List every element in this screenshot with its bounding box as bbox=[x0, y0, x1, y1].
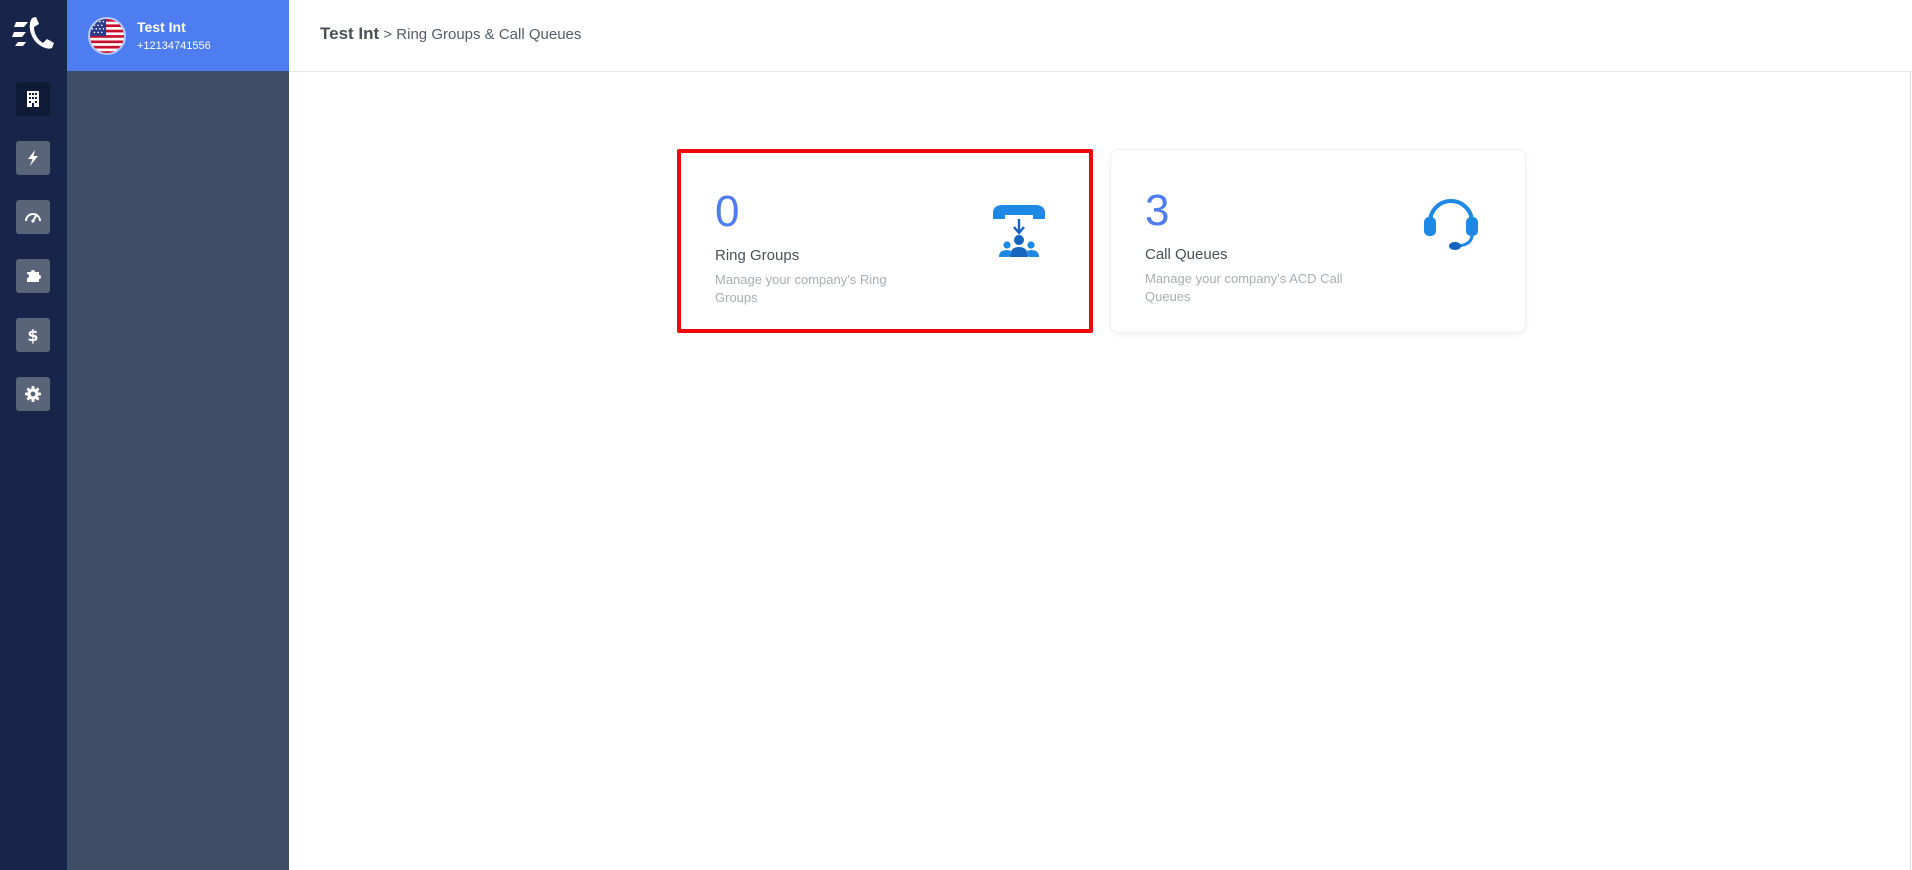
svg-text:$: $ bbox=[27, 326, 38, 344]
account-phone: +12134741556 bbox=[137, 40, 211, 52]
ring-group-icon bbox=[989, 199, 1049, 263]
call-queues-card[interactable]: 3 Call Queues Manage your company's ACD … bbox=[1110, 149, 1526, 333]
rail-item-company[interactable] bbox=[16, 82, 50, 116]
rail-item-integrations[interactable] bbox=[16, 259, 50, 293]
dollar-icon: $ bbox=[27, 326, 38, 344]
speedometer-icon bbox=[25, 213, 41, 223]
call-queues-title: Call Queues bbox=[1145, 246, 1228, 263]
call-queues-description: Manage your company's ACD Call Queues bbox=[1145, 271, 1343, 304]
account-switcher[interactable]: Test Int +12134741556 bbox=[67, 0, 289, 71]
headset-icon bbox=[1421, 192, 1481, 256]
ring-groups-title: Ring Groups bbox=[715, 247, 800, 264]
rail-item-settings[interactable] bbox=[16, 377, 50, 411]
icon-rail: $ bbox=[0, 0, 67, 870]
gear-icon bbox=[25, 386, 41, 402]
app-logo-icon[interactable] bbox=[12, 14, 56, 54]
account-name: Test Int bbox=[137, 19, 186, 35]
ring-groups-description: Manage your company's Ring Groups bbox=[715, 272, 887, 305]
secondary-sidebar: Test Int +12134741556 bbox=[67, 0, 289, 870]
content-edge-divider bbox=[1910, 72, 1911, 870]
puzzle-icon bbox=[27, 270, 41, 282]
page-header: Test Int > Ring Groups & Call Queues bbox=[289, 0, 1912, 72]
breadcrumb-current: Ring Groups & Call Queues bbox=[396, 26, 582, 43]
breadcrumb: Test Int > Ring Groups & Call Queues bbox=[320, 24, 581, 45]
ring-groups-card[interactable]: 0 Ring Groups Manage your company's Ring… bbox=[677, 149, 1093, 333]
call-queues-count: 3 bbox=[1145, 186, 1170, 235]
building-icon bbox=[27, 91, 39, 107]
rail-item-billing[interactable]: $ bbox=[16, 318, 50, 352]
lightning-icon bbox=[28, 150, 38, 166]
ring-groups-count: 0 bbox=[715, 187, 740, 236]
rail-item-automation[interactable] bbox=[16, 141, 50, 175]
rail-item-dashboard[interactable] bbox=[16, 200, 50, 234]
breadcrumb-root[interactable]: Test Int bbox=[320, 24, 379, 43]
breadcrumb-separator: > bbox=[379, 26, 397, 43]
us-flag-icon bbox=[88, 16, 126, 55]
